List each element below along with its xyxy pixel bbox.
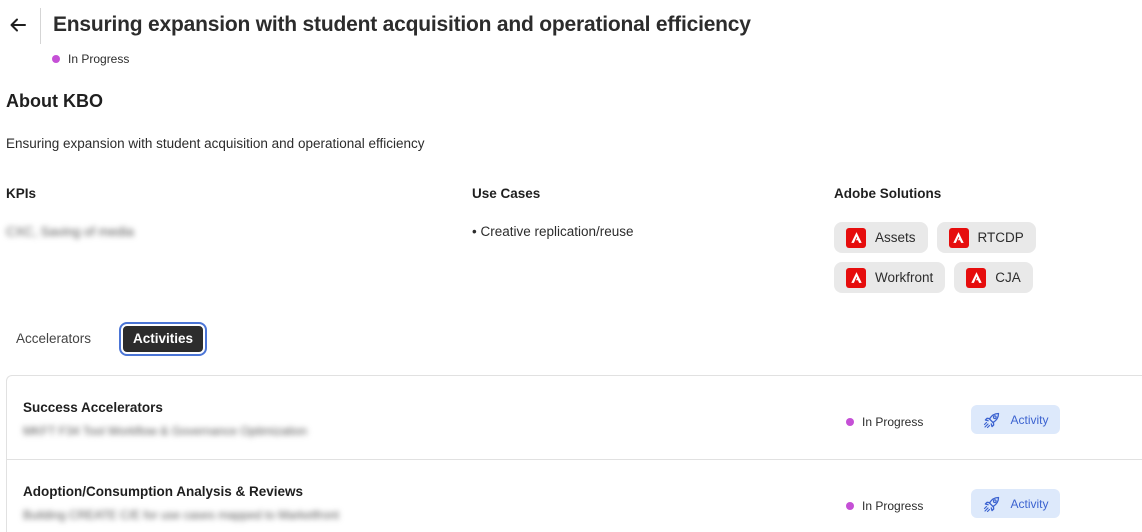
solution-label: CJA <box>995 270 1021 285</box>
activity-status: In Progress <box>846 415 923 429</box>
page-header: Ensuring expansion with student acquisit… <box>0 0 1142 50</box>
solution-label: Assets <box>875 230 916 245</box>
adobe-solutions-heading: Adobe Solutions <box>834 186 942 201</box>
solution-chip-cja: CJA <box>954 262 1033 293</box>
kbo-status: In Progress <box>52 52 129 66</box>
solution-chip-rtcdp: RTCDP <box>936 222 1036 253</box>
header-divider <box>40 8 41 44</box>
status-dot <box>846 418 854 426</box>
use-case-item: • Creative replication/reuse <box>472 224 634 239</box>
adobe-logo-icon <box>846 227 866 248</box>
arrow-left-icon <box>10 18 26 32</box>
status-dot <box>846 502 854 510</box>
solution-chip-assets: Assets <box>834 222 928 253</box>
list-item: Success Accelerators MKFT F34 Tool Workf… <box>7 376 1142 460</box>
list-item: Adoption/Consumption Analysis & Reviews … <box>7 460 1142 532</box>
kpis-heading: KPIs <box>6 186 37 201</box>
status-text: In Progress <box>68 52 130 66</box>
adobe-solutions-list: Assets RTCDP Workfront CJA <box>834 222 1142 293</box>
activity-button[interactable]: Activity <box>971 489 1060 518</box>
page-title: Ensuring expansion with student acquisit… <box>53 13 751 36</box>
solution-label: RTCDP <box>977 230 1024 245</box>
about-heading: About KBO <box>6 91 103 111</box>
status-dot <box>52 55 60 63</box>
tab-activities[interactable]: Activities <box>119 322 208 356</box>
use-cases-heading: Use Cases <box>472 186 541 201</box>
activities-list: Success Accelerators MKFT F34 Tool Workf… <box>6 375 1142 532</box>
kpis-value: CXC, Saving of media <box>6 224 134 239</box>
adobe-logo-icon <box>966 267 987 288</box>
rocket-icon <box>984 496 1000 512</box>
rocket-icon <box>984 412 1000 428</box>
activity-button[interactable]: Activity <box>971 405 1060 434</box>
tab-accelerators[interactable]: Accelerators <box>6 324 101 354</box>
adobe-logo-icon <box>948 227 969 248</box>
status-text: In Progress <box>862 415 924 429</box>
activity-button-label: Activity <box>1010 412 1049 427</box>
tab-bar: Accelerators Activities <box>6 322 208 356</box>
about-description: Ensuring expansion with student acquisit… <box>6 136 425 151</box>
activity-button-label: Activity <box>1010 496 1049 511</box>
status-text: In Progress <box>862 499 924 513</box>
back-button[interactable] <box>8 12 30 38</box>
activity-status: In Progress <box>846 499 923 513</box>
adobe-logo-icon <box>846 267 866 288</box>
activity-title: Success Accelerators <box>23 400 163 415</box>
solution-label: Workfront <box>875 270 934 285</box>
solution-chip-workfront: Workfront <box>834 262 946 293</box>
activity-subtitle: Building CREATE C/E for use cases mapped… <box>23 508 339 522</box>
activity-subtitle: MKFT F34 Tool Workflow & Governance Opti… <box>23 424 308 438</box>
activity-title: Adoption/Consumption Analysis & Reviews <box>23 484 304 499</box>
